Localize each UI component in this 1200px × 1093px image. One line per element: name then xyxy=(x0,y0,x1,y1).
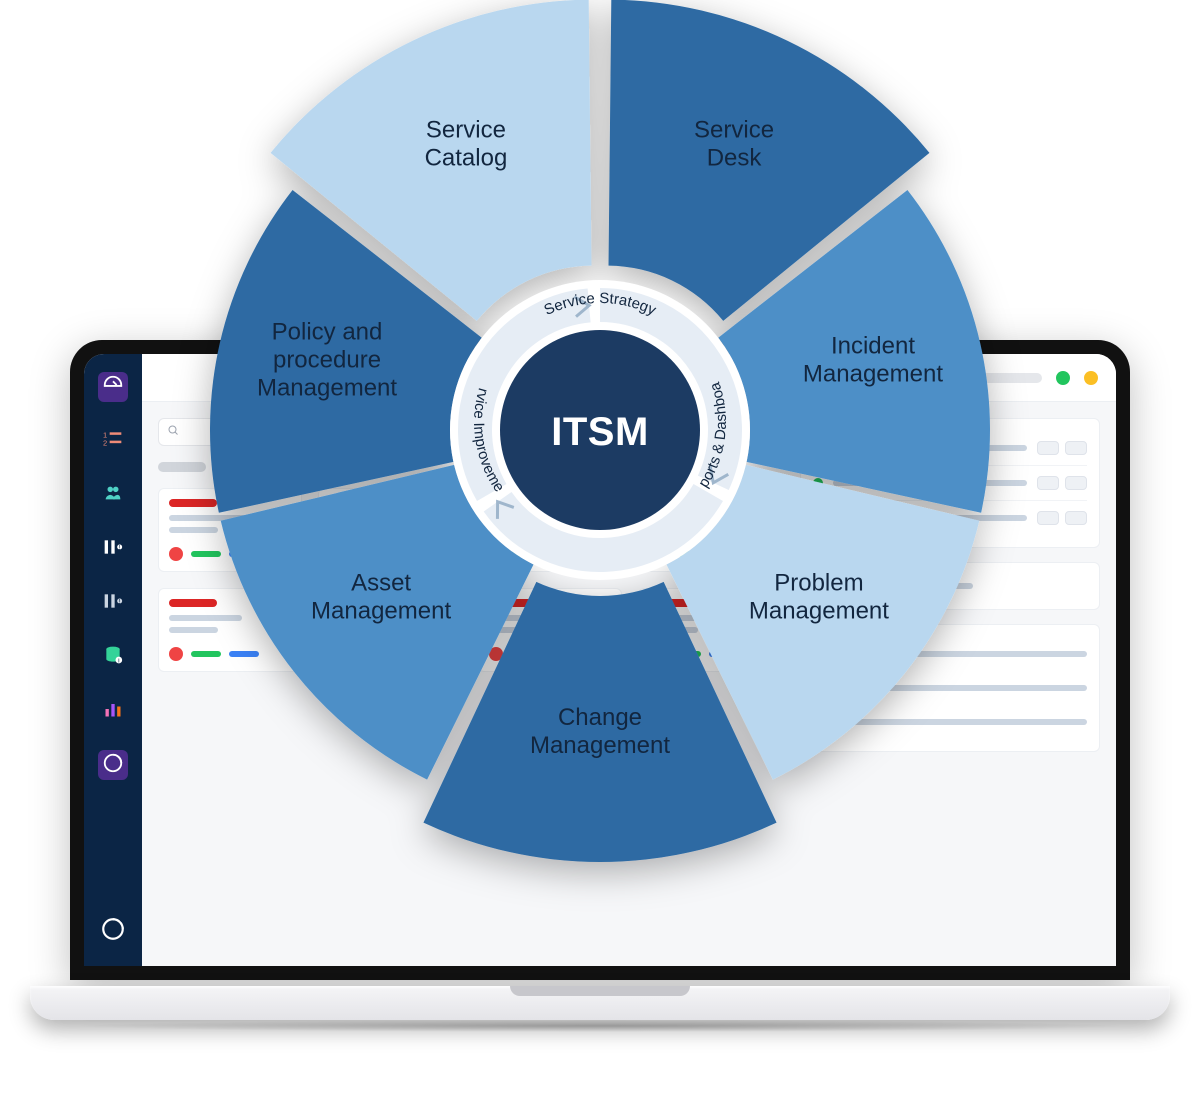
users-icon xyxy=(102,482,124,509)
segment-label-service-catalog: ServiceCatalog xyxy=(425,117,508,172)
sidebar-item-users[interactable] xyxy=(98,480,128,510)
numbered-list-icon: 12 xyxy=(103,429,123,454)
sidebar-item-dashboard[interactable] xyxy=(98,372,128,402)
svg-text:!: ! xyxy=(119,544,121,551)
arc-gauge-icon xyxy=(102,752,124,779)
status-dot-yellow xyxy=(1084,371,1098,385)
bar-chart-icon xyxy=(103,699,123,724)
sidebar-item-settings[interactable] xyxy=(98,750,128,780)
sidebar-item-problems[interactable]: ! xyxy=(98,588,128,618)
sidebar-item-incidents[interactable]: ! xyxy=(98,534,128,564)
sidebar-item-reports[interactable] xyxy=(98,696,128,726)
sidebar-nav: 12 ! ! xyxy=(84,354,142,966)
segment-label-policy-procedure-management: Policy andprocedureManagement xyxy=(257,319,397,402)
svg-text:!: ! xyxy=(119,598,121,605)
alert-columns-icon: ! xyxy=(103,537,123,562)
brand-logo-icon xyxy=(98,914,128,944)
svg-text:2: 2 xyxy=(103,438,107,447)
alert-columns-alt-icon: ! xyxy=(103,591,123,616)
laptop-base xyxy=(30,986,1170,1020)
sidebar-item-tasks[interactable]: 12 xyxy=(98,426,128,456)
gauge-icon xyxy=(102,374,124,401)
center-title: ITSM xyxy=(551,410,649,454)
sidebar-item-database[interactable]: i xyxy=(98,642,128,672)
database-icon: i xyxy=(103,645,123,670)
laptop-shadow xyxy=(70,1020,1130,1032)
status-dot-green xyxy=(1056,371,1070,385)
itsm-wheel-diagram: ITSM Service Strategy Reports & Dashboar… xyxy=(160,0,1040,870)
